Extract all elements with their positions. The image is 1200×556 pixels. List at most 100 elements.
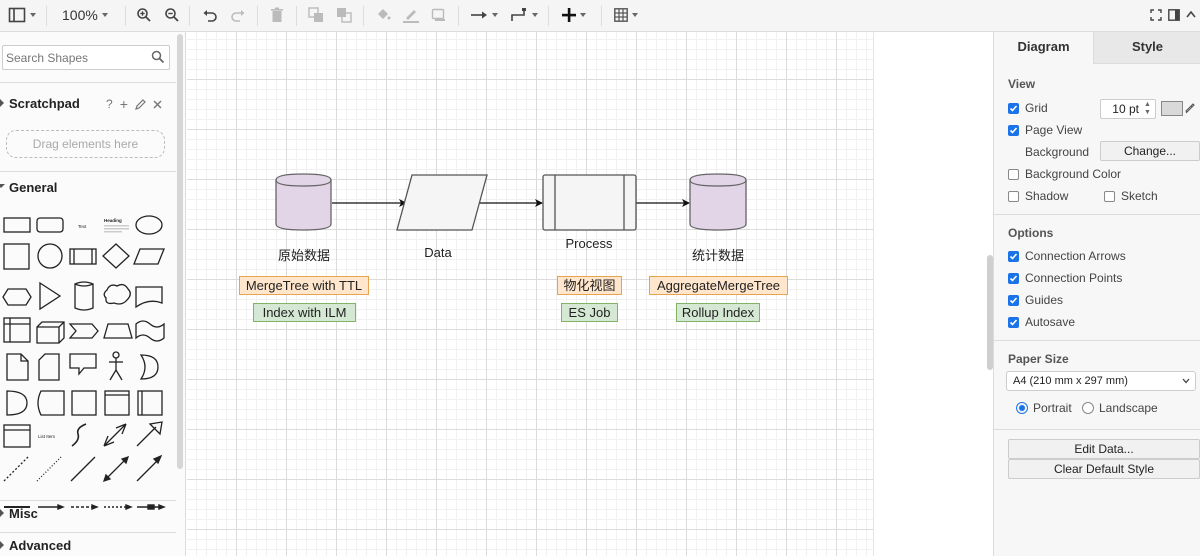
step-shape bbox=[68, 323, 99, 339]
zoom-dropdown[interactable]: 100% bbox=[62, 4, 108, 26]
search-shapes-box bbox=[2, 45, 170, 70]
shadow-option[interactable]: Shadow bbox=[1008, 189, 1068, 203]
background-color-checkbox[interactable] bbox=[1008, 168, 1019, 180]
diagram-canvas[interactable]: 原始数据 Data Process 统计数据 MergeTree with TT… bbox=[187, 32, 993, 556]
tab-style[interactable]: Style bbox=[1093, 32, 1200, 64]
process-node[interactable] bbox=[542, 174, 637, 231]
insert-button[interactable] bbox=[562, 4, 586, 26]
redo-button[interactable] bbox=[230, 4, 246, 26]
tab-diagram[interactable]: Diagram bbox=[994, 32, 1093, 64]
to-front-button[interactable] bbox=[308, 4, 324, 26]
fill-color-button[interactable] bbox=[375, 4, 391, 26]
autosave-checkbox[interactable] bbox=[1008, 316, 1019, 328]
tag-materialized-view[interactable]: 物化视图 bbox=[557, 276, 622, 295]
format-panel-button[interactable] bbox=[1168, 4, 1180, 26]
view-toggle-button[interactable] bbox=[8, 4, 36, 26]
tag-rollup-index[interactable]: Rollup Index bbox=[676, 303, 760, 322]
tag-es-job[interactable]: ES Job bbox=[561, 303, 618, 322]
source-node[interactable] bbox=[275, 173, 332, 231]
grid-color-swatch[interactable] bbox=[1161, 101, 1183, 116]
search-icon[interactable] bbox=[151, 50, 165, 64]
chevron-down-icon bbox=[1182, 378, 1190, 384]
stats-node[interactable] bbox=[689, 173, 747, 231]
cloud-shape bbox=[103, 283, 131, 305]
zoom-out-button[interactable] bbox=[164, 4, 180, 26]
change-background-button[interactable]: Change... bbox=[1100, 141, 1200, 161]
scratchpad-title[interactable]: Scratchpad bbox=[9, 96, 80, 111]
collapse-button[interactable] bbox=[1186, 4, 1196, 26]
connection-style-dropdown[interactable] bbox=[470, 4, 498, 26]
hexagon-shape bbox=[2, 288, 32, 306]
fullscreen-button[interactable] bbox=[1150, 4, 1162, 26]
grid-option[interactable]: Grid bbox=[1008, 101, 1048, 115]
connection-points-checkbox[interactable] bbox=[1008, 272, 1019, 284]
guides-label: Guides bbox=[1025, 293, 1064, 307]
line-color-button[interactable] bbox=[402, 4, 420, 26]
autosave-label: Autosave bbox=[1025, 315, 1076, 329]
sketch-checkbox[interactable] bbox=[1104, 190, 1115, 202]
guides-option[interactable]: Guides bbox=[1008, 293, 1063, 307]
tag-mergetree-ttl[interactable]: MergeTree with TTL bbox=[239, 276, 369, 295]
tape-shape bbox=[135, 320, 165, 342]
to-back-button[interactable] bbox=[336, 4, 352, 26]
tag-index-ilm[interactable]: Index with ILM bbox=[253, 303, 356, 322]
clear-default-style-button[interactable]: Clear Default Style bbox=[1008, 459, 1200, 479]
grid-checkbox[interactable] bbox=[1008, 102, 1019, 114]
scratchpad-dropzone[interactable]: Drag elements here bbox=[6, 130, 165, 158]
connection-points-option[interactable]: Connection Points bbox=[1008, 271, 1122, 285]
data-storage-shape bbox=[37, 390, 65, 416]
curve-shape bbox=[71, 423, 87, 447]
list-shape-label: List Item bbox=[38, 434, 55, 439]
undo-icon bbox=[203, 10, 217, 22]
page-overflow-area[interactable] bbox=[873, 32, 993, 556]
rounded-rectangle-shape bbox=[36, 217, 64, 233]
section-divider bbox=[994, 214, 1200, 215]
waypoints-dropdown[interactable] bbox=[510, 4, 538, 26]
checkmark-icon bbox=[1009, 252, 1018, 260]
landscape-option[interactable]: Landscape bbox=[1082, 401, 1158, 415]
sketch-option[interactable]: Sketch bbox=[1104, 189, 1158, 203]
landscape-radio[interactable] bbox=[1082, 402, 1094, 414]
eyedropper-icon[interactable] bbox=[1185, 102, 1196, 114]
undo-button[interactable] bbox=[202, 4, 218, 26]
advanced-section-title[interactable]: Advanced bbox=[9, 538, 71, 553]
data-node[interactable] bbox=[396, 174, 488, 231]
landscape-label: Landscape bbox=[1099, 401, 1158, 415]
close-icon[interactable] bbox=[153, 100, 162, 109]
misc-section-title[interactable]: Misc bbox=[9, 506, 38, 521]
background-color-option[interactable]: Background Color bbox=[1008, 167, 1121, 181]
scratchpad-help-button[interactable]: ? bbox=[106, 97, 113, 111]
page-view-checkbox[interactable] bbox=[1008, 124, 1019, 136]
scratchpad-add-button[interactable]: + bbox=[120, 96, 128, 112]
sidebar-scrollbar[interactable] bbox=[177, 34, 183, 469]
general-section-title[interactable]: General bbox=[9, 180, 57, 195]
shadow-checkbox[interactable] bbox=[1008, 190, 1019, 202]
chevron-right-icon bbox=[0, 99, 4, 107]
shadow-button[interactable] bbox=[431, 4, 447, 26]
search-shapes-input[interactable] bbox=[3, 46, 143, 69]
edit-data-button[interactable]: Edit Data... bbox=[1008, 439, 1200, 459]
shape-palette[interactable]: Text Heading List Item bbox=[0, 210, 170, 510]
autosave-option[interactable]: Autosave bbox=[1008, 315, 1075, 329]
redo-icon bbox=[231, 10, 245, 22]
checkmark-icon bbox=[1009, 274, 1018, 282]
toolbar-divider bbox=[458, 6, 459, 26]
tag-aggregate-mergetree[interactable]: AggregateMergeTree bbox=[649, 276, 788, 295]
square-shape bbox=[3, 243, 30, 270]
guides-checkbox[interactable] bbox=[1008, 294, 1019, 306]
pencil-icon[interactable] bbox=[134, 98, 146, 110]
page-view-option[interactable]: Page View bbox=[1008, 123, 1082, 137]
connection-arrows-option[interactable]: Connection Arrows bbox=[1008, 249, 1126, 263]
portrait-option[interactable]: Portrait bbox=[1016, 401, 1072, 415]
grid-size-stepper[interactable]: ▲ ▼ bbox=[1144, 101, 1151, 117]
elbow-connector-icon bbox=[511, 8, 526, 21]
connection-arrows-checkbox[interactable] bbox=[1008, 250, 1019, 262]
table-button[interactable] bbox=[614, 4, 638, 26]
zoom-in-button[interactable] bbox=[136, 4, 152, 26]
shadow-label: Shadow bbox=[1025, 189, 1069, 203]
paper-size-select[interactable]: A4 (210 mm x 297 mm) bbox=[1006, 371, 1196, 391]
delete-button[interactable] bbox=[270, 4, 284, 26]
section-divider bbox=[0, 82, 176, 83]
section-divider bbox=[994, 340, 1200, 341]
portrait-radio[interactable] bbox=[1016, 402, 1028, 414]
